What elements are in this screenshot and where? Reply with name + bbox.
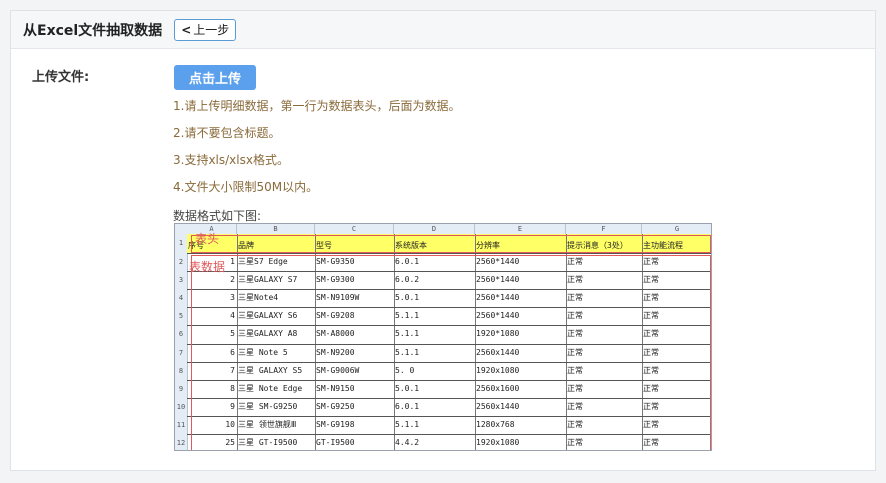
extract-panel: 从Excel文件抽取数据 < 上一步 上传文件: 点击上传 1.请上传明细数据，… [10,10,876,471]
chevron-left-icon: < [181,22,192,37]
row-number: 1 [178,239,184,247]
column-letter: D [394,224,475,234]
column-letter: B [237,224,315,234]
format-label: 数据格式如下图: [173,209,262,223]
row-number: 10 [176,402,186,411]
row-number: 6 [178,330,184,339]
back-button[interactable]: < 上一步 [174,18,237,41]
row-number: 7 [178,348,184,357]
row-number: 9 [178,384,184,393]
row-number: 4 [178,294,184,303]
header-annotation-box [191,235,711,253]
back-button-label: 上一步 [193,23,230,37]
column-letter: E [475,224,566,234]
row-number: 8 [178,366,184,375]
sample-sheet-image: A B C D E F G 1 2 3 4 5 6 7 8 9 10 11 12 序号 品牌 型号 系统版本 分辨率 提示消息（… [174,223,712,451]
upload-button[interactable]: 点击上传 [174,65,256,90]
page-title: 从Excel文件抽取数据 [23,22,163,39]
header-annotation: 表头 [195,232,220,246]
data-annotation: 表数据 [189,260,226,274]
note-item: 4.文件大小限制50M以内。 [173,180,319,194]
column-letter: F [566,224,642,234]
upload-notes: 1.请上传明细数据，第一行为数据表头，后面为数据。 2.请不要包含标题。 3.支… [173,98,460,206]
note-item: 2.请不要包含标题。 [173,126,281,140]
upload-label: 上传文件: [32,70,90,85]
row-number: 3 [178,276,184,285]
note-item: 3.支持xls/xlsx格式。 [173,153,289,167]
data-annotation-box [191,255,711,450]
row-number: 12 [176,439,186,447]
row-number: 5 [178,312,184,321]
column-letter: G [642,224,711,234]
panel-header: 从Excel文件抽取数据 < 上一步 [11,11,875,49]
row-number: 2 [178,258,184,266]
column-letter: C [315,224,394,234]
note-item: 1.请上传明细数据，第一行为数据表头，后面为数据。 [173,99,461,113]
row-number: 11 [176,420,186,429]
